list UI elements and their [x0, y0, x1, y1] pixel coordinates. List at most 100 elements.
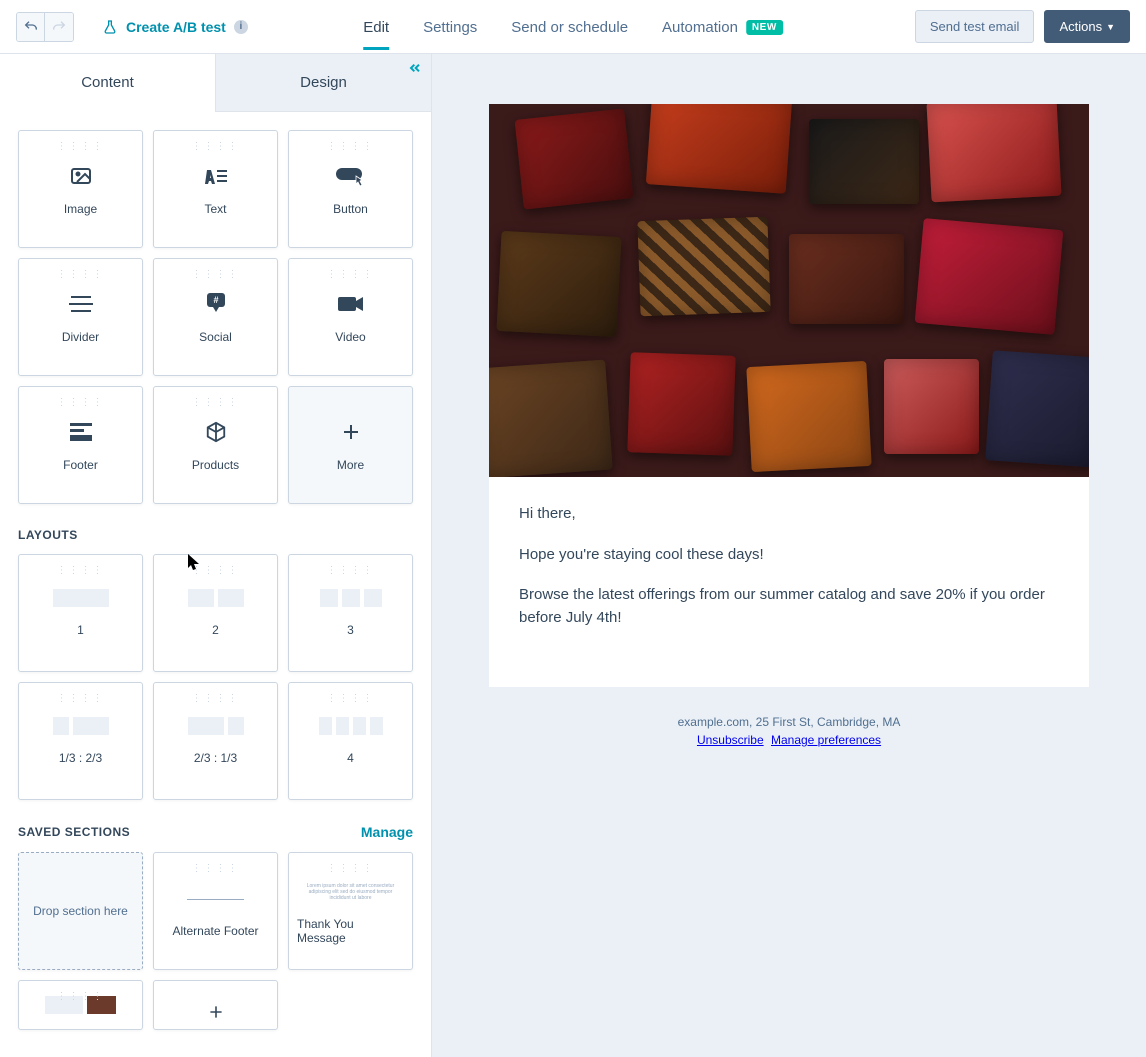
nav-settings[interactable]: Settings: [423, 3, 477, 50]
drag-handle-icon: ⋮⋮⋮⋮: [192, 397, 240, 408]
sidebar: Content Design ⋮⋮⋮⋮ Image ⋮⋮⋮⋮ Text ⋮⋮⋮⋮: [0, 54, 432, 1057]
block-label: Video: [335, 330, 365, 344]
block-products[interactable]: ⋮⋮⋮⋮ Products: [153, 386, 278, 504]
block-label: Text: [204, 202, 226, 216]
send-test-email-button[interactable]: Send test email: [915, 10, 1035, 43]
drag-handle-icon: ⋮⋮⋮⋮: [57, 269, 105, 280]
block-text[interactable]: ⋮⋮⋮⋮ Text: [153, 130, 278, 248]
email-container[interactable]: Hi there, Hope you're staying cool these…: [489, 104, 1089, 687]
drag-handle-icon: ⋮⋮⋮⋮: [327, 565, 375, 576]
saved-thank-you[interactable]: ⋮⋮⋮⋮ Lorem ipsum dolor sit amet consecte…: [288, 852, 413, 970]
flask-icon: [102, 19, 118, 35]
undo-icon: [23, 19, 39, 35]
drag-handle-icon: ⋮⋮⋮⋮: [192, 863, 240, 874]
email-footer[interactable]: example.com, 25 First St, Cambridge, MA …: [432, 687, 1146, 775]
layout-label: 1: [77, 623, 84, 637]
create-ab-test-button[interactable]: Create A/B test i: [102, 19, 248, 35]
manage-link[interactable]: Manage: [361, 824, 413, 840]
layout-1[interactable]: ⋮⋮⋮⋮ 1: [18, 554, 143, 672]
block-more[interactable]: More: [288, 386, 413, 504]
ab-test-label: Create A/B test: [126, 19, 226, 35]
block-video[interactable]: ⋮⋮⋮⋮ Video: [288, 258, 413, 376]
main-layout: Content Design ⋮⋮⋮⋮ Image ⋮⋮⋮⋮ Text ⋮⋮⋮⋮: [0, 54, 1146, 1057]
block-button[interactable]: ⋮⋮⋮⋮ Button: [288, 130, 413, 248]
drag-handle-icon: ⋮⋮⋮⋮: [327, 693, 375, 704]
redo-button[interactable]: [45, 13, 73, 41]
footer-address: example.com, 25 First St, Cambridge, MA: [452, 715, 1126, 729]
layout-2-3-1-3[interactable]: ⋮⋮⋮⋮ 2/3 : 1/3: [153, 682, 278, 800]
plus-icon: [208, 1003, 224, 1021]
saved-sections-grid: Drop section here ⋮⋮⋮⋮ Alternate Footer …: [18, 852, 413, 1030]
nav-send[interactable]: Send or schedule: [511, 3, 628, 50]
sidebar-tabs: Content Design: [0, 54, 431, 112]
manage-preferences-link[interactable]: Manage preferences: [771, 733, 881, 747]
saved-label: Alternate Footer: [172, 924, 258, 938]
nav-edit[interactable]: Edit: [363, 3, 389, 50]
caret-down-icon: ▼: [1106, 22, 1115, 32]
email-body[interactable]: Hi there, Hope you're staying cool these…: [489, 477, 1089, 687]
block-label: More: [337, 458, 364, 472]
nav-tabs: Edit Settings Send or schedule Automatio…: [363, 3, 783, 50]
redo-icon: [51, 19, 67, 35]
new-badge: NEW: [746, 20, 783, 35]
block-footer[interactable]: ⋮⋮⋮⋮ Footer: [18, 386, 143, 504]
layout-3[interactable]: ⋮⋮⋮⋮ 3: [288, 554, 413, 672]
layouts-grid: ⋮⋮⋮⋮ 1 ⋮⋮⋮⋮ 2 ⋮⋮⋮⋮ 3 ⋮⋮⋮⋮ 1/3 :: [18, 554, 413, 800]
email-hero-image[interactable]: [489, 104, 1089, 477]
drag-handle-icon: ⋮⋮⋮⋮: [57, 693, 105, 704]
info-icon[interactable]: i: [234, 20, 248, 34]
drag-handle-icon: ⋮⋮⋮⋮: [327, 863, 375, 874]
sidebar-body: ⋮⋮⋮⋮ Image ⋮⋮⋮⋮ Text ⋮⋮⋮⋮ Button ⋮⋮⋮⋮: [0, 112, 431, 1057]
collapse-sidebar-button[interactable]: [407, 60, 423, 81]
layout-label: 4: [347, 751, 354, 765]
text-icon: [203, 162, 229, 190]
email-canvas[interactable]: Hi there, Hope you're staying cool these…: [432, 54, 1146, 1057]
image-icon: [69, 162, 93, 190]
unsubscribe-link[interactable]: Unsubscribe: [697, 733, 764, 747]
email-paragraph-1[interactable]: Hi there,: [519, 503, 1059, 526]
video-icon: [338, 290, 364, 318]
saved-alternate-footer[interactable]: ⋮⋮⋮⋮ Alternate Footer: [153, 852, 278, 970]
button-icon: [336, 162, 366, 190]
topbar-actions: Send test email Actions ▼: [915, 10, 1130, 43]
drop-section-target[interactable]: Drop section here: [18, 852, 143, 970]
email-paragraph-2[interactable]: Hope you're staying cool these days!: [519, 544, 1059, 567]
block-label: Footer: [63, 458, 98, 472]
layout-label: 2: [212, 623, 219, 637]
divider-icon: [69, 290, 93, 318]
chevron-double-left-icon: [407, 60, 423, 76]
drag-handle-icon: ⋮⋮⋮⋮: [327, 141, 375, 152]
block-divider[interactable]: ⋮⋮⋮⋮ Divider: [18, 258, 143, 376]
saved-title-text: SAVED SECTIONS: [18, 825, 130, 839]
saved-item-3[interactable]: ⋮⋮⋮⋮: [18, 980, 143, 1030]
tab-design[interactable]: Design: [216, 54, 431, 112]
actions-dropdown[interactable]: Actions ▼: [1044, 10, 1130, 43]
drag-handle-icon: ⋮⋮⋮⋮: [192, 141, 240, 152]
topbar: Create A/B test i Edit Settings Send or …: [0, 0, 1146, 54]
block-image[interactable]: ⋮⋮⋮⋮ Image: [18, 130, 143, 248]
email-paragraph-3[interactable]: Browse the latest offerings from our sum…: [519, 584, 1059, 629]
content-blocks-grid: ⋮⋮⋮⋮ Image ⋮⋮⋮⋮ Text ⋮⋮⋮⋮ Button ⋮⋮⋮⋮: [18, 130, 413, 504]
svg-text:#: #: [213, 295, 218, 305]
block-label: Products: [192, 458, 239, 472]
block-label: Social: [199, 330, 232, 344]
tab-content[interactable]: Content: [0, 54, 216, 112]
block-social[interactable]: ⋮⋮⋮⋮ # Social: [153, 258, 278, 376]
drag-handle-icon: ⋮⋮⋮⋮: [57, 991, 105, 1002]
layout-label: 1/3 : 2/3: [59, 751, 102, 765]
layout-1-3-2-3[interactable]: ⋮⋮⋮⋮ 1/3 : 2/3: [18, 682, 143, 800]
layout-2[interactable]: ⋮⋮⋮⋮ 2: [153, 554, 278, 672]
block-label: Image: [64, 202, 97, 216]
social-icon: #: [204, 290, 228, 318]
layout-label: 3: [347, 623, 354, 637]
nav-automation[interactable]: Automation NEW: [662, 3, 783, 50]
layout-label: 2/3 : 1/3: [194, 751, 237, 765]
saved-item-4[interactable]: [153, 980, 278, 1030]
drag-handle-icon: ⋮⋮⋮⋮: [192, 565, 240, 576]
nav-automation-label: Automation: [662, 19, 738, 36]
drag-handle-icon: ⋮⋮⋮⋮: [57, 565, 105, 576]
products-icon: [205, 418, 227, 446]
undo-button[interactable]: [17, 13, 45, 41]
saved-sections-title: SAVED SECTIONS Manage: [18, 824, 413, 840]
layout-4[interactable]: ⋮⋮⋮⋮ 4: [288, 682, 413, 800]
